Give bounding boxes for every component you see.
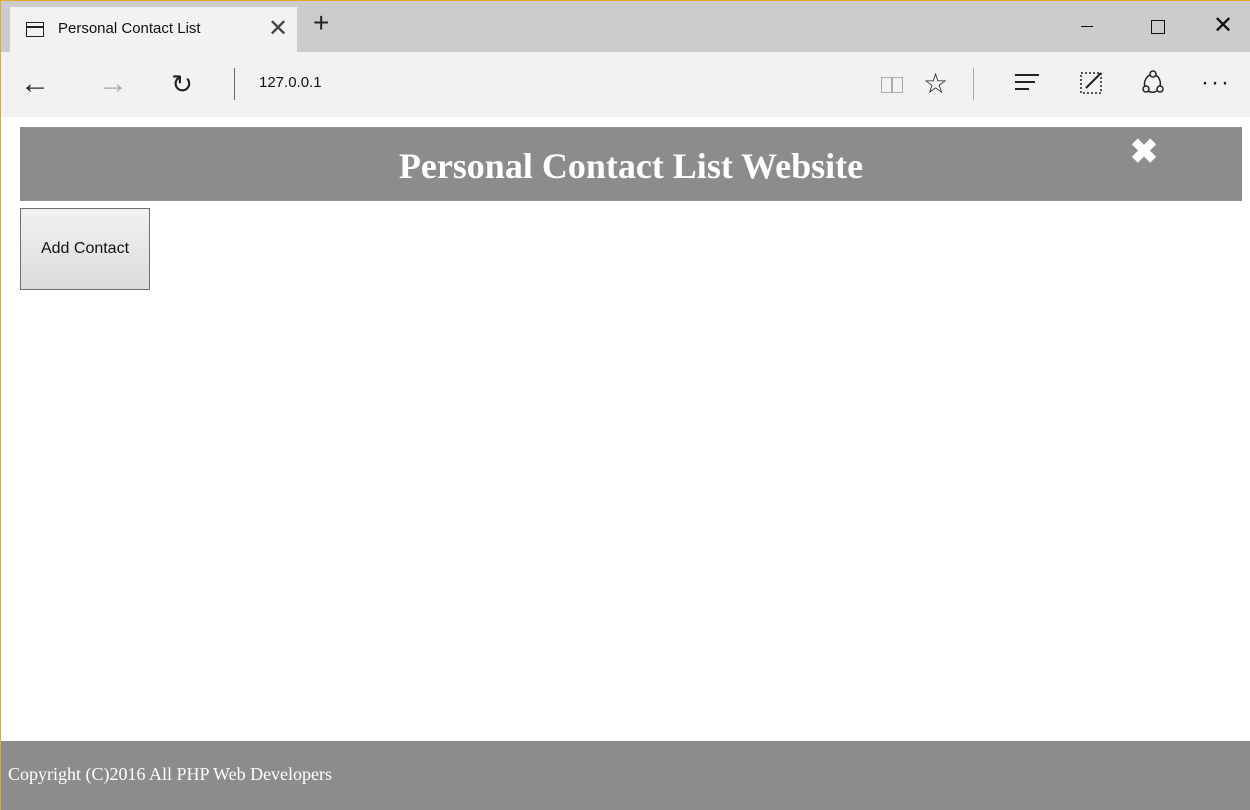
copyright-text: Copyright (C)2016 All PHP Web Developers xyxy=(8,764,333,784)
more-icon[interactable]: ··· xyxy=(1201,68,1231,98)
site-footer: Copyright (C)2016 All PHP Web Developers xyxy=(1,741,1250,810)
new-tab-button[interactable]: + xyxy=(313,8,329,38)
maximize-button[interactable] xyxy=(1138,8,1178,44)
window-close-button[interactable]: ✕ xyxy=(1203,8,1243,44)
forward-button[interactable]: → xyxy=(95,66,131,102)
tab-personal-contact-list[interactable]: Personal Contact List ✕ xyxy=(10,7,297,53)
tab-close-icon[interactable]: ✕ xyxy=(268,15,288,43)
add-contact-button[interactable]: Add Contact xyxy=(20,208,150,290)
minimize-button[interactable] xyxy=(1067,8,1107,44)
refresh-button[interactable]: ↻ xyxy=(164,66,200,102)
navigation-bar: ← → ↻ 127.0.0.1 ☆ ··· xyxy=(1,52,1250,117)
back-button[interactable]: ← xyxy=(17,66,53,102)
close-icon[interactable]: ✖ xyxy=(1127,135,1161,169)
web-note-icon[interactable] xyxy=(1077,68,1107,98)
site-header: Personal Contact List Website ✖ xyxy=(20,127,1242,201)
hub-icon[interactable] xyxy=(1015,74,1039,92)
page-title: Personal Contact List Website xyxy=(398,146,864,186)
page-tab-icon xyxy=(26,22,44,37)
reading-view-icon[interactable] xyxy=(881,77,903,93)
minimize-icon xyxy=(1081,26,1093,28)
favorites-star-icon[interactable]: ☆ xyxy=(923,69,948,99)
share-icon[interactable] xyxy=(1138,68,1168,98)
maximize-icon xyxy=(1151,19,1165,34)
tab-bar: Personal Contact List ✕ + ✕ xyxy=(1,1,1250,53)
toolbar-separator xyxy=(973,68,974,100)
address-bar[interactable]: 127.0.0.1 xyxy=(259,74,322,91)
address-separator xyxy=(234,68,235,100)
window-frame-left xyxy=(0,0,1,810)
tab-title: Personal Contact List xyxy=(58,20,201,37)
